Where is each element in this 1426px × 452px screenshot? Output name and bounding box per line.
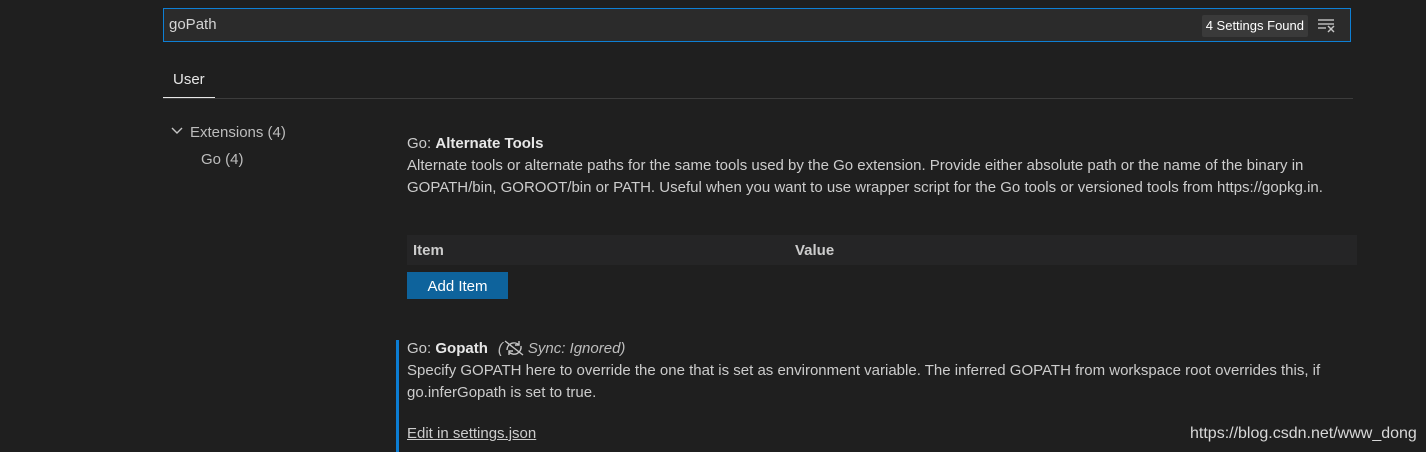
toc-item-label: Extensions (4) xyxy=(190,124,286,141)
setting-name: Alternate Tools xyxy=(435,135,544,152)
setting-description: Alternate tools or alternate paths for t… xyxy=(407,157,1323,196)
toc-item-extensions[interactable]: Extensions (4) xyxy=(170,120,286,147)
modified-indicator-bar xyxy=(396,340,399,452)
alternate-tools-table-header: Item Value xyxy=(407,235,1357,265)
settings-toc: Extensions (4) Go (4) xyxy=(170,120,286,174)
setting-category: Go: xyxy=(407,340,436,357)
settings-scope-tabs: User xyxy=(163,60,1353,99)
add-item-button[interactable]: Add Item xyxy=(407,272,508,299)
watermark-text: https://blog.csdn.net/www_dong xyxy=(1190,425,1417,442)
edit-in-settings-json-link[interactable]: Edit in settings.json xyxy=(407,423,536,445)
setting-name: Gopath xyxy=(435,340,488,357)
settings-search-box[interactable]: 4 Settings Found xyxy=(163,8,1351,42)
column-header-item: Item xyxy=(413,242,444,259)
clear-filter-icon[interactable] xyxy=(1316,15,1338,35)
toc-item-go[interactable]: Go (4) xyxy=(170,147,286,174)
sync-ignored-note: ( Sync: Ignored) xyxy=(498,340,626,357)
column-header-value: Value xyxy=(795,242,835,259)
setting-alternate-tools: Go: Alternate Tools Alternate tools or a… xyxy=(407,133,1357,199)
setting-category: Go: xyxy=(407,135,436,152)
chevron-down-icon xyxy=(170,121,184,135)
results-count-badge: 4 Settings Found xyxy=(1201,15,1308,37)
sync-note-text: Sync: Ignored) xyxy=(527,340,626,357)
setting-description: Specify GOPATH here to override the one … xyxy=(407,362,1321,401)
setting-title: Go: Alternate Tools xyxy=(407,133,1357,155)
settings-search-input[interactable] xyxy=(169,9,1189,41)
tab-user[interactable]: User xyxy=(163,60,215,98)
setting-gopath: Go: Gopath ( Sync: Ignored) Specify GOPAT… xyxy=(407,338,1357,404)
setting-title: Go: Gopath ( Sync: Ignored) xyxy=(407,338,1357,360)
toc-item-label: Go (4) xyxy=(201,151,244,168)
sync-ignored-icon xyxy=(503,340,525,356)
